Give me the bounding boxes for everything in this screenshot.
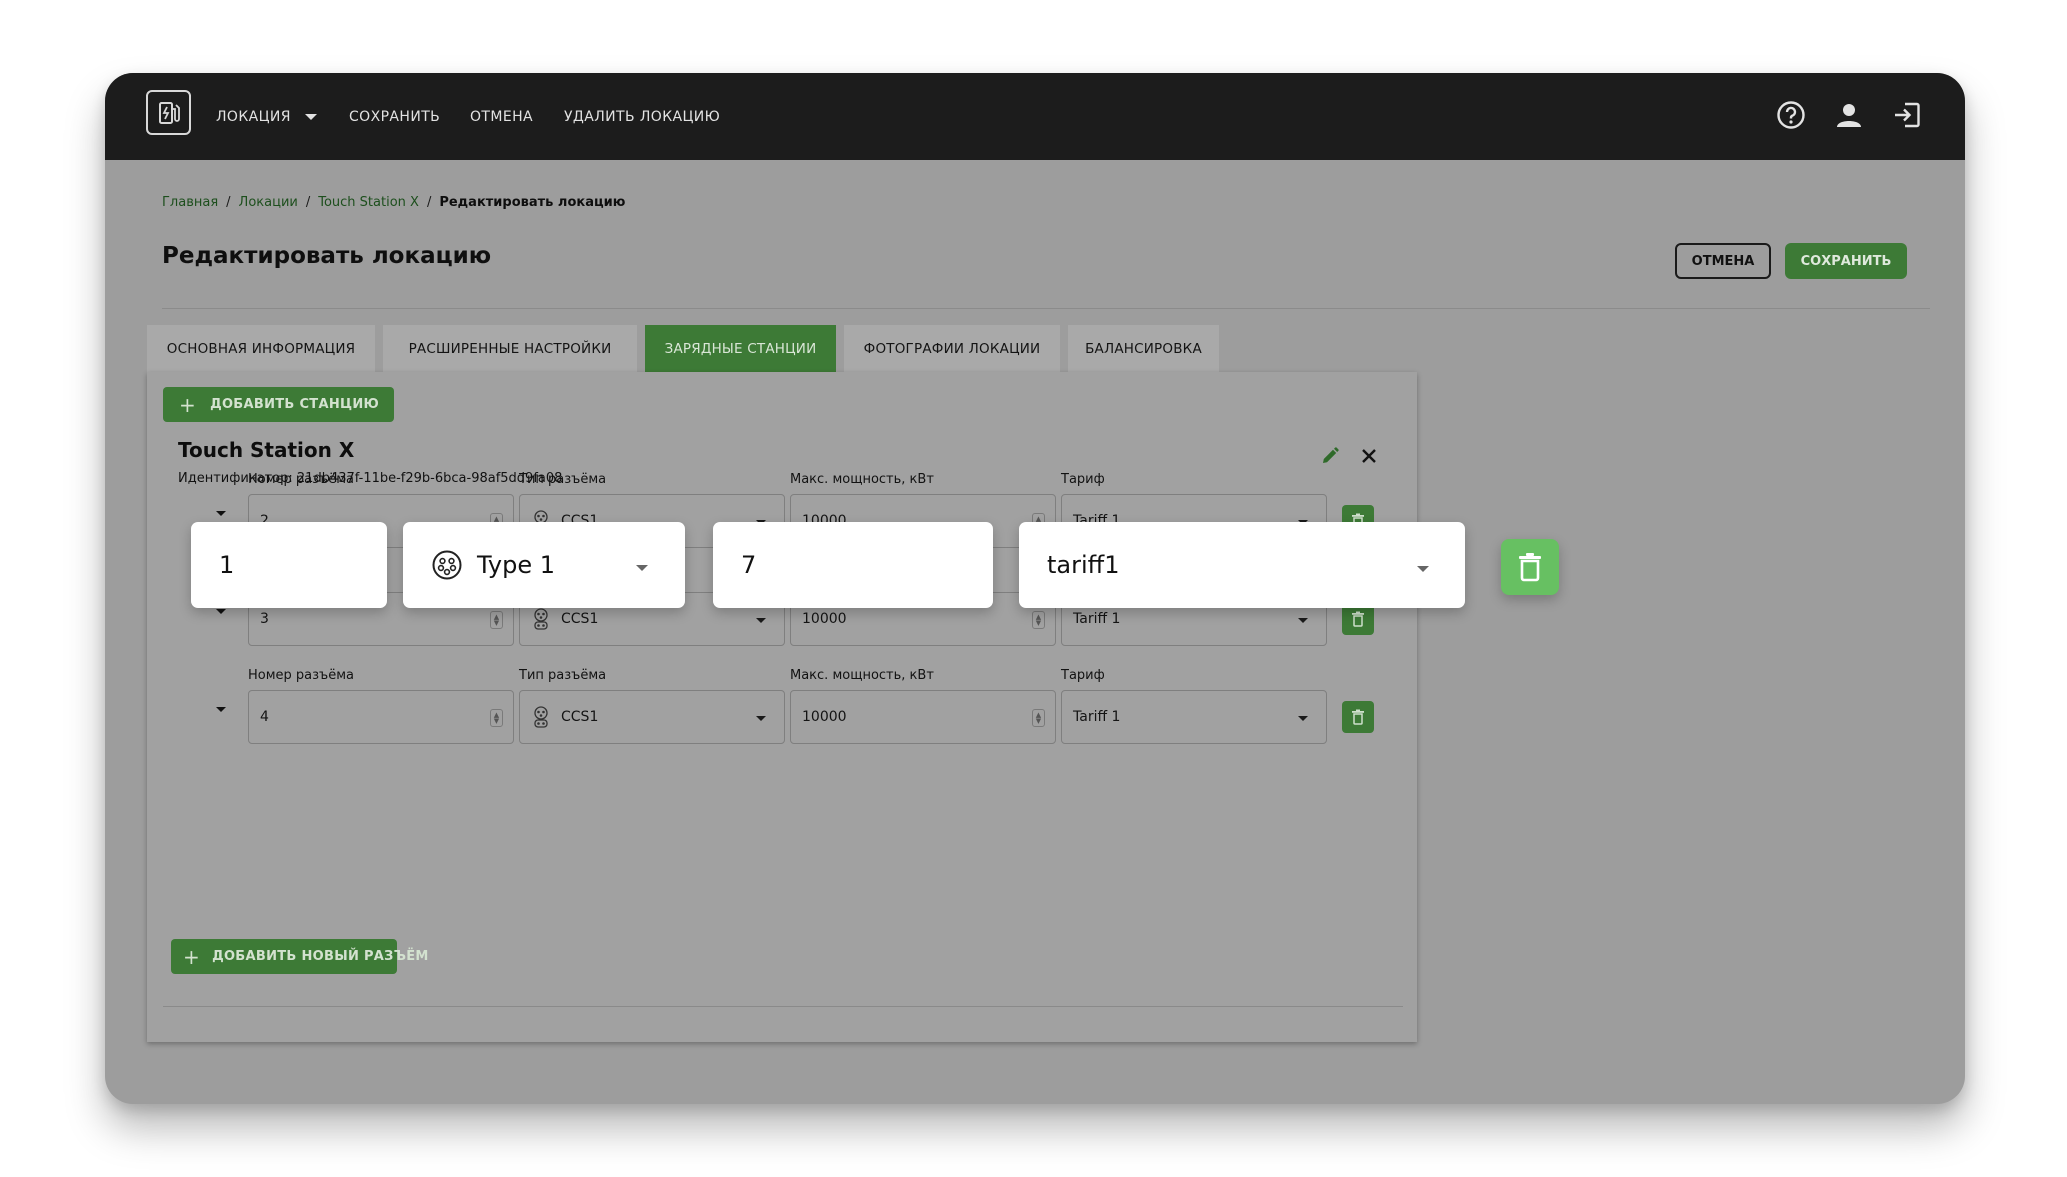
tab-location-photos[interactable]: ФОТОГРАФИИ ЛОКАЦИИ <box>844 325 1060 372</box>
tab-basic-info[interactable]: ОСНОВНАЯ ИНФОРМАЦИЯ <box>147 325 375 372</box>
plus-icon: + <box>179 392 197 417</box>
breadcrumb-station[interactable]: Touch Station X <box>318 195 419 210</box>
expand-row-icon[interactable] <box>216 707 226 712</box>
edit-icon[interactable] <box>1317 443 1343 469</box>
help-icon[interactable] <box>1774 98 1808 132</box>
add-station-button[interactable]: + ДОБАВИТЬ СТАНЦИЮ <box>163 387 394 422</box>
breadcrumb-separator: / <box>226 194 231 210</box>
nav-delete-location[interactable]: УДАЛИТЬ ЛОКАЦИЮ <box>564 73 720 160</box>
breadcrumb: Главная / Локации / Touch Station X / Ре… <box>162 190 625 214</box>
close-icon[interactable] <box>1356 443 1382 469</box>
connector-type-value: Type 1 <box>477 551 556 579</box>
location-menu[interactable]: ЛОКАЦИЯ <box>216 73 317 160</box>
tariff-label: Тариф <box>1061 472 1105 487</box>
chevron-down-icon <box>304 113 317 120</box>
tariff-value: Tariff 1 <box>1073 709 1121 725</box>
connector-number-value: 3 <box>260 611 269 627</box>
breadcrumb-current: Редактировать локацию <box>439 194 626 210</box>
add-connector-button[interactable]: + ДОБАВИТЬ НОВЫЙ РАЗЪЁМ <box>171 939 428 974</box>
plus-icon: + <box>183 944 201 969</box>
chevron-down-icon <box>1298 618 1308 623</box>
stepper-icon[interactable]: ▲▼ <box>1032 709 1045 727</box>
account-icon[interactable] <box>1832 98 1866 132</box>
tab-charging-stations[interactable]: ЗАРЯДНЫЕ СТАНЦИИ <box>645 325 836 372</box>
chevron-down-icon <box>756 618 766 623</box>
chevron-down-icon <box>1298 716 1308 721</box>
max-power-value: 10000 <box>802 611 847 627</box>
add-station-label: ДОБАВИТЬ СТАНЦИЮ <box>210 397 380 412</box>
max-power-value: 10000 <box>802 709 847 725</box>
stepper-icon[interactable]: ▲▼ <box>1032 611 1045 629</box>
logout-icon[interactable] <box>1890 98 1924 132</box>
breadcrumb-locations[interactable]: Локации <box>239 195 298 210</box>
breadcrumb-home[interactable]: Главная <box>162 195 218 210</box>
top-navigation-bar: ЛОКАЦИЯ СОХРАНИТЬ ОТМЕНА УДАЛИТЬ ЛОКАЦИЮ <box>105 73 1965 160</box>
ccs-connector-icon <box>533 706 549 728</box>
save-button[interactable]: СОХРАНИТЬ <box>1785 243 1907 279</box>
highlighted-max-power-field[interactable]: 7 <box>713 522 993 608</box>
highlighted-connector-type-select[interactable]: Type 1 <box>403 522 685 608</box>
panel-divider <box>163 1006 1403 1007</box>
connector-type-icon <box>431 549 463 581</box>
chevron-down-icon <box>756 716 766 721</box>
connector-number-label: Номер разъёма <box>248 472 355 487</box>
connector-number-value: 4 <box>260 709 269 725</box>
delete-connector-button[interactable] <box>1342 701 1374 733</box>
breadcrumb-separator: / <box>305 194 311 210</box>
chevron-down-icon <box>1417 566 1429 572</box>
tariff-value: Tariff 1 <box>1073 611 1121 627</box>
station-name: Touch Station X <box>178 438 355 462</box>
tariff-value: tariff1 <box>1047 551 1120 579</box>
expand-row-icon[interactable] <box>216 511 226 516</box>
chevron-down-icon <box>636 565 648 571</box>
location-menu-label: ЛОКАЦИЯ <box>216 108 291 125</box>
tab-advanced-settings[interactable]: РАСШИРЕННЫЕ НАСТРОЙКИ <box>383 325 637 372</box>
tariff-label: Тариф <box>1061 668 1105 683</box>
connector-type-value: CCS1 <box>561 709 599 725</box>
trash-icon <box>1352 611 1364 627</box>
max-power-field[interactable]: 10000 ▲▼ <box>790 690 1056 744</box>
nav-cancel[interactable]: ОТМЕНА <box>470 73 533 160</box>
nav-save[interactable]: СОХРАНИТЬ <box>349 73 440 160</box>
connector-number-value: 1 <box>219 551 235 579</box>
max-power-label: Макс. мощность, кВт <box>790 472 934 487</box>
tab-balancing[interactable]: БАЛАНСИРОВКА <box>1068 325 1219 372</box>
connector-type-select[interactable]: CCS1 <box>519 690 785 744</box>
connector-type-value: CCS1 <box>561 611 599 627</box>
page-title: Редактировать локацию <box>162 243 492 269</box>
ccs-connector-icon <box>533 608 549 630</box>
connector-type-label: Тип разъёма <box>519 668 607 683</box>
connector-number-label: Номер разъёма <box>248 668 355 683</box>
add-connector-label: ДОБАВИТЬ НОВЫЙ РАЗЪЁМ <box>212 949 429 964</box>
header-divider <box>162 308 1930 309</box>
max-power-value: 7 <box>741 551 757 579</box>
highlighted-connector-number-field[interactable]: 1 <box>191 522 387 608</box>
charging-station-icon[interactable] <box>146 90 191 135</box>
connector-type-label: Тип разъёма <box>519 472 607 487</box>
cancel-button[interactable]: ОТМЕНА <box>1675 243 1771 279</box>
station-identifier: Идентификатор: 21db437f-11be-f29b-6bca-9… <box>178 471 563 486</box>
delete-connector-button[interactable] <box>1501 539 1559 595</box>
stepper-icon[interactable]: ▲▼ <box>490 611 503 629</box>
tariff-select[interactable]: Tariff 1 <box>1061 690 1327 744</box>
trash-icon <box>1519 553 1541 582</box>
trash-icon <box>1352 709 1364 725</box>
stepper-icon[interactable]: ▲▼ <box>490 709 503 727</box>
connector-number-field[interactable]: 4 ▲ ▼ <box>248 690 514 744</box>
highlighted-tariff-select[interactable]: tariff1 <box>1019 522 1465 608</box>
expand-row-icon[interactable] <box>216 609 226 614</box>
breadcrumb-separator: / <box>426 194 432 210</box>
max-power-label: Макс. мощность, кВт <box>790 668 934 683</box>
